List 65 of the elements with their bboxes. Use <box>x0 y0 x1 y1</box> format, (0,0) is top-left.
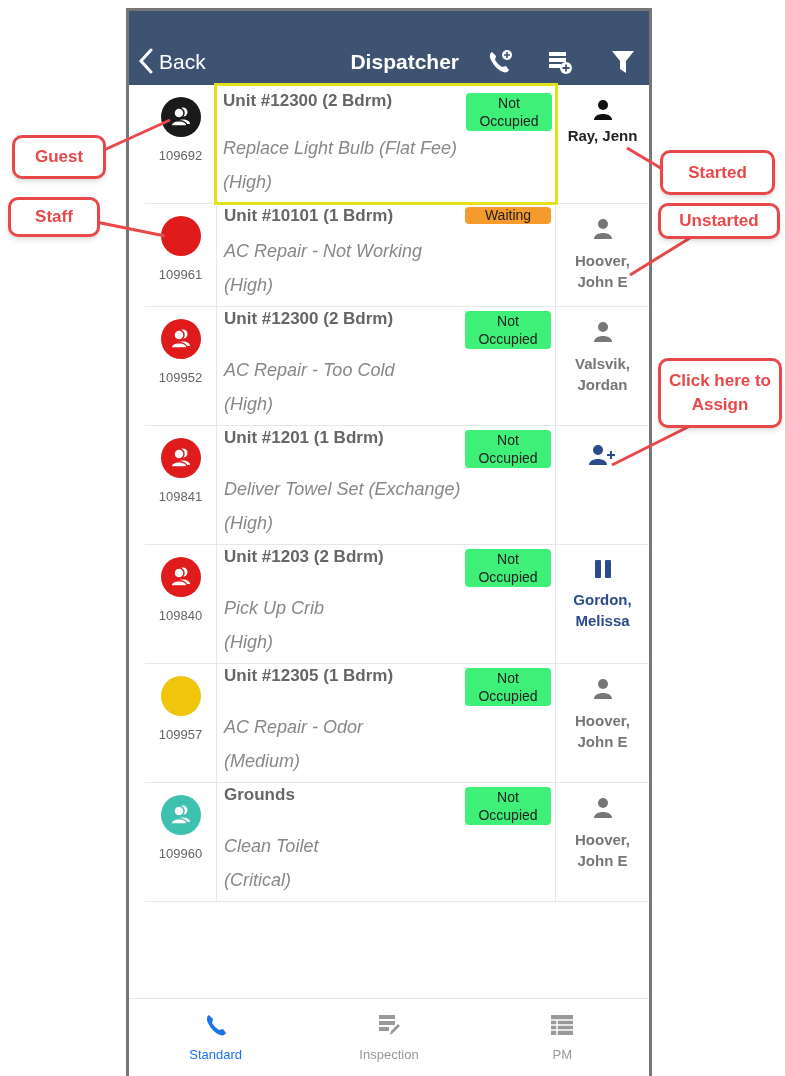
priority-label: (High) <box>224 393 274 416</box>
unit-title: Unit #1203 (2 Bdrm) <box>224 546 384 568</box>
task-description: AC Repair - Too Cold <box>224 359 396 382</box>
ticket-number: 109957 <box>158 726 203 744</box>
nav-tab[interactable]: Standard <box>129 999 303 1076</box>
assignee-name: Gordon, Melissa <box>572 590 633 631</box>
ticket-number: 109960 <box>158 845 203 863</box>
ticket-number: 109841 <box>158 488 203 506</box>
callout-label: Click here to Assign <box>658 358 782 428</box>
callout-label: Started <box>660 150 775 195</box>
status-badge: Not Occupied <box>465 787 551 825</box>
priority-label: (High) <box>224 274 274 297</box>
task-description: Replace Light Bulb (Flat Fee) <box>223 137 459 160</box>
work-order-details[interactable]: Unit #1203 (2 Bdrm) Not Occupied Pick Up Crib (High) <box>216 545 556 663</box>
assignee-name: Hoover, John E <box>574 711 631 752</box>
leader-line <box>103 118 171 152</box>
assignee-name: Ray, Jenn <box>567 126 638 146</box>
callout-label: Guest <box>12 135 106 179</box>
unit-title: Unit #10101 (1 Bdrm) <box>224 205 394 227</box>
ticket-number: 109952 <box>158 369 203 387</box>
leader-line <box>629 236 691 277</box>
status-badge: Waiting <box>465 207 551 224</box>
header-title: Dispatcher <box>350 48 459 75</box>
priority-label: (High) <box>224 512 274 535</box>
status-badge: Not Occupied <box>465 668 551 706</box>
add-person-icon[interactable] <box>588 444 617 466</box>
back-chevron-icon <box>139 48 153 75</box>
ticket-number: 109692 <box>158 147 203 165</box>
status-badge: Not Occupied <box>465 311 551 349</box>
priority-label: (High) <box>223 171 273 194</box>
ticket-number: 109961 <box>158 266 203 284</box>
priority-label: (High) <box>224 631 274 654</box>
work-order-details[interactable]: Unit #12305 (1 Bdrm) Not Occupied AC Repair - Odor (Medium) <box>216 664 556 782</box>
unit-title: Unit #12300 (2 Bdrm) <box>224 308 394 330</box>
task-description: Deliver Towel Set (Exchange) <box>224 478 462 501</box>
callout-label: Staff <box>8 197 100 237</box>
unit-title: Unit #1201 (1 Bdrm) <box>224 427 384 449</box>
work-order-details[interactable]: Unit #12300 (2 Bdrm) Not Occupied AC Repair - Too Cold (High) <box>216 307 556 425</box>
assignee-name: Hoover, John E <box>574 830 631 871</box>
back-button[interactable]: Back <box>139 45 206 77</box>
unit-title: Unit #12300 (2 Bdrm) <box>223 90 393 112</box>
unit-title: Grounds <box>224 784 295 806</box>
assignee-name: Hoover, John E <box>574 251 631 292</box>
task-description: AC Repair - Not Working <box>224 240 424 263</box>
work-order-details[interactable]: Unit #12300 (2 Bdrm) Not Occupied Replace Light Bulb (Flat Fee) (High) <box>216 85 556 203</box>
work-order-details[interactable]: Unit #1201 (1 Bdrm) Not Occupied Deliver Towel Set (Exchange) (High) <box>216 426 556 544</box>
priority-label: (Critical) <box>224 869 292 892</box>
task-description: Pick Up Crib <box>224 597 326 620</box>
task-description: Clean Toilet <box>224 835 320 858</box>
task-description: AC Repair - Odor <box>224 716 365 739</box>
priority-label: (Medium) <box>224 750 301 773</box>
status-badge: Not Occupied <box>465 430 551 468</box>
list-icon <box>550 1013 575 1037</box>
phone-add-icon[interactable] <box>487 49 513 75</box>
list-edit-icon <box>377 1013 401 1037</box>
status-badge: Not Occupied <box>466 93 552 131</box>
ticket-number: 109840 <box>158 607 203 625</box>
work-order-details[interactable]: Grounds Not Occupied Clean Toilet (Critical) <box>216 783 556 901</box>
status-badge: Not Occupied <box>465 549 551 587</box>
filter-icon[interactable] <box>611 49 635 75</box>
callout-label: Unstarted <box>658 203 780 239</box>
assignee-name: Valsvik, Jordan <box>573 354 632 395</box>
list-add-icon[interactable] <box>547 49 573 75</box>
work-order-details[interactable]: Unit #10101 (1 Bdrm) Waiting AC Repair - Not Working (High) <box>216 204 556 306</box>
unit-title: Unit #12305 (1 Bdrm) <box>224 665 394 687</box>
